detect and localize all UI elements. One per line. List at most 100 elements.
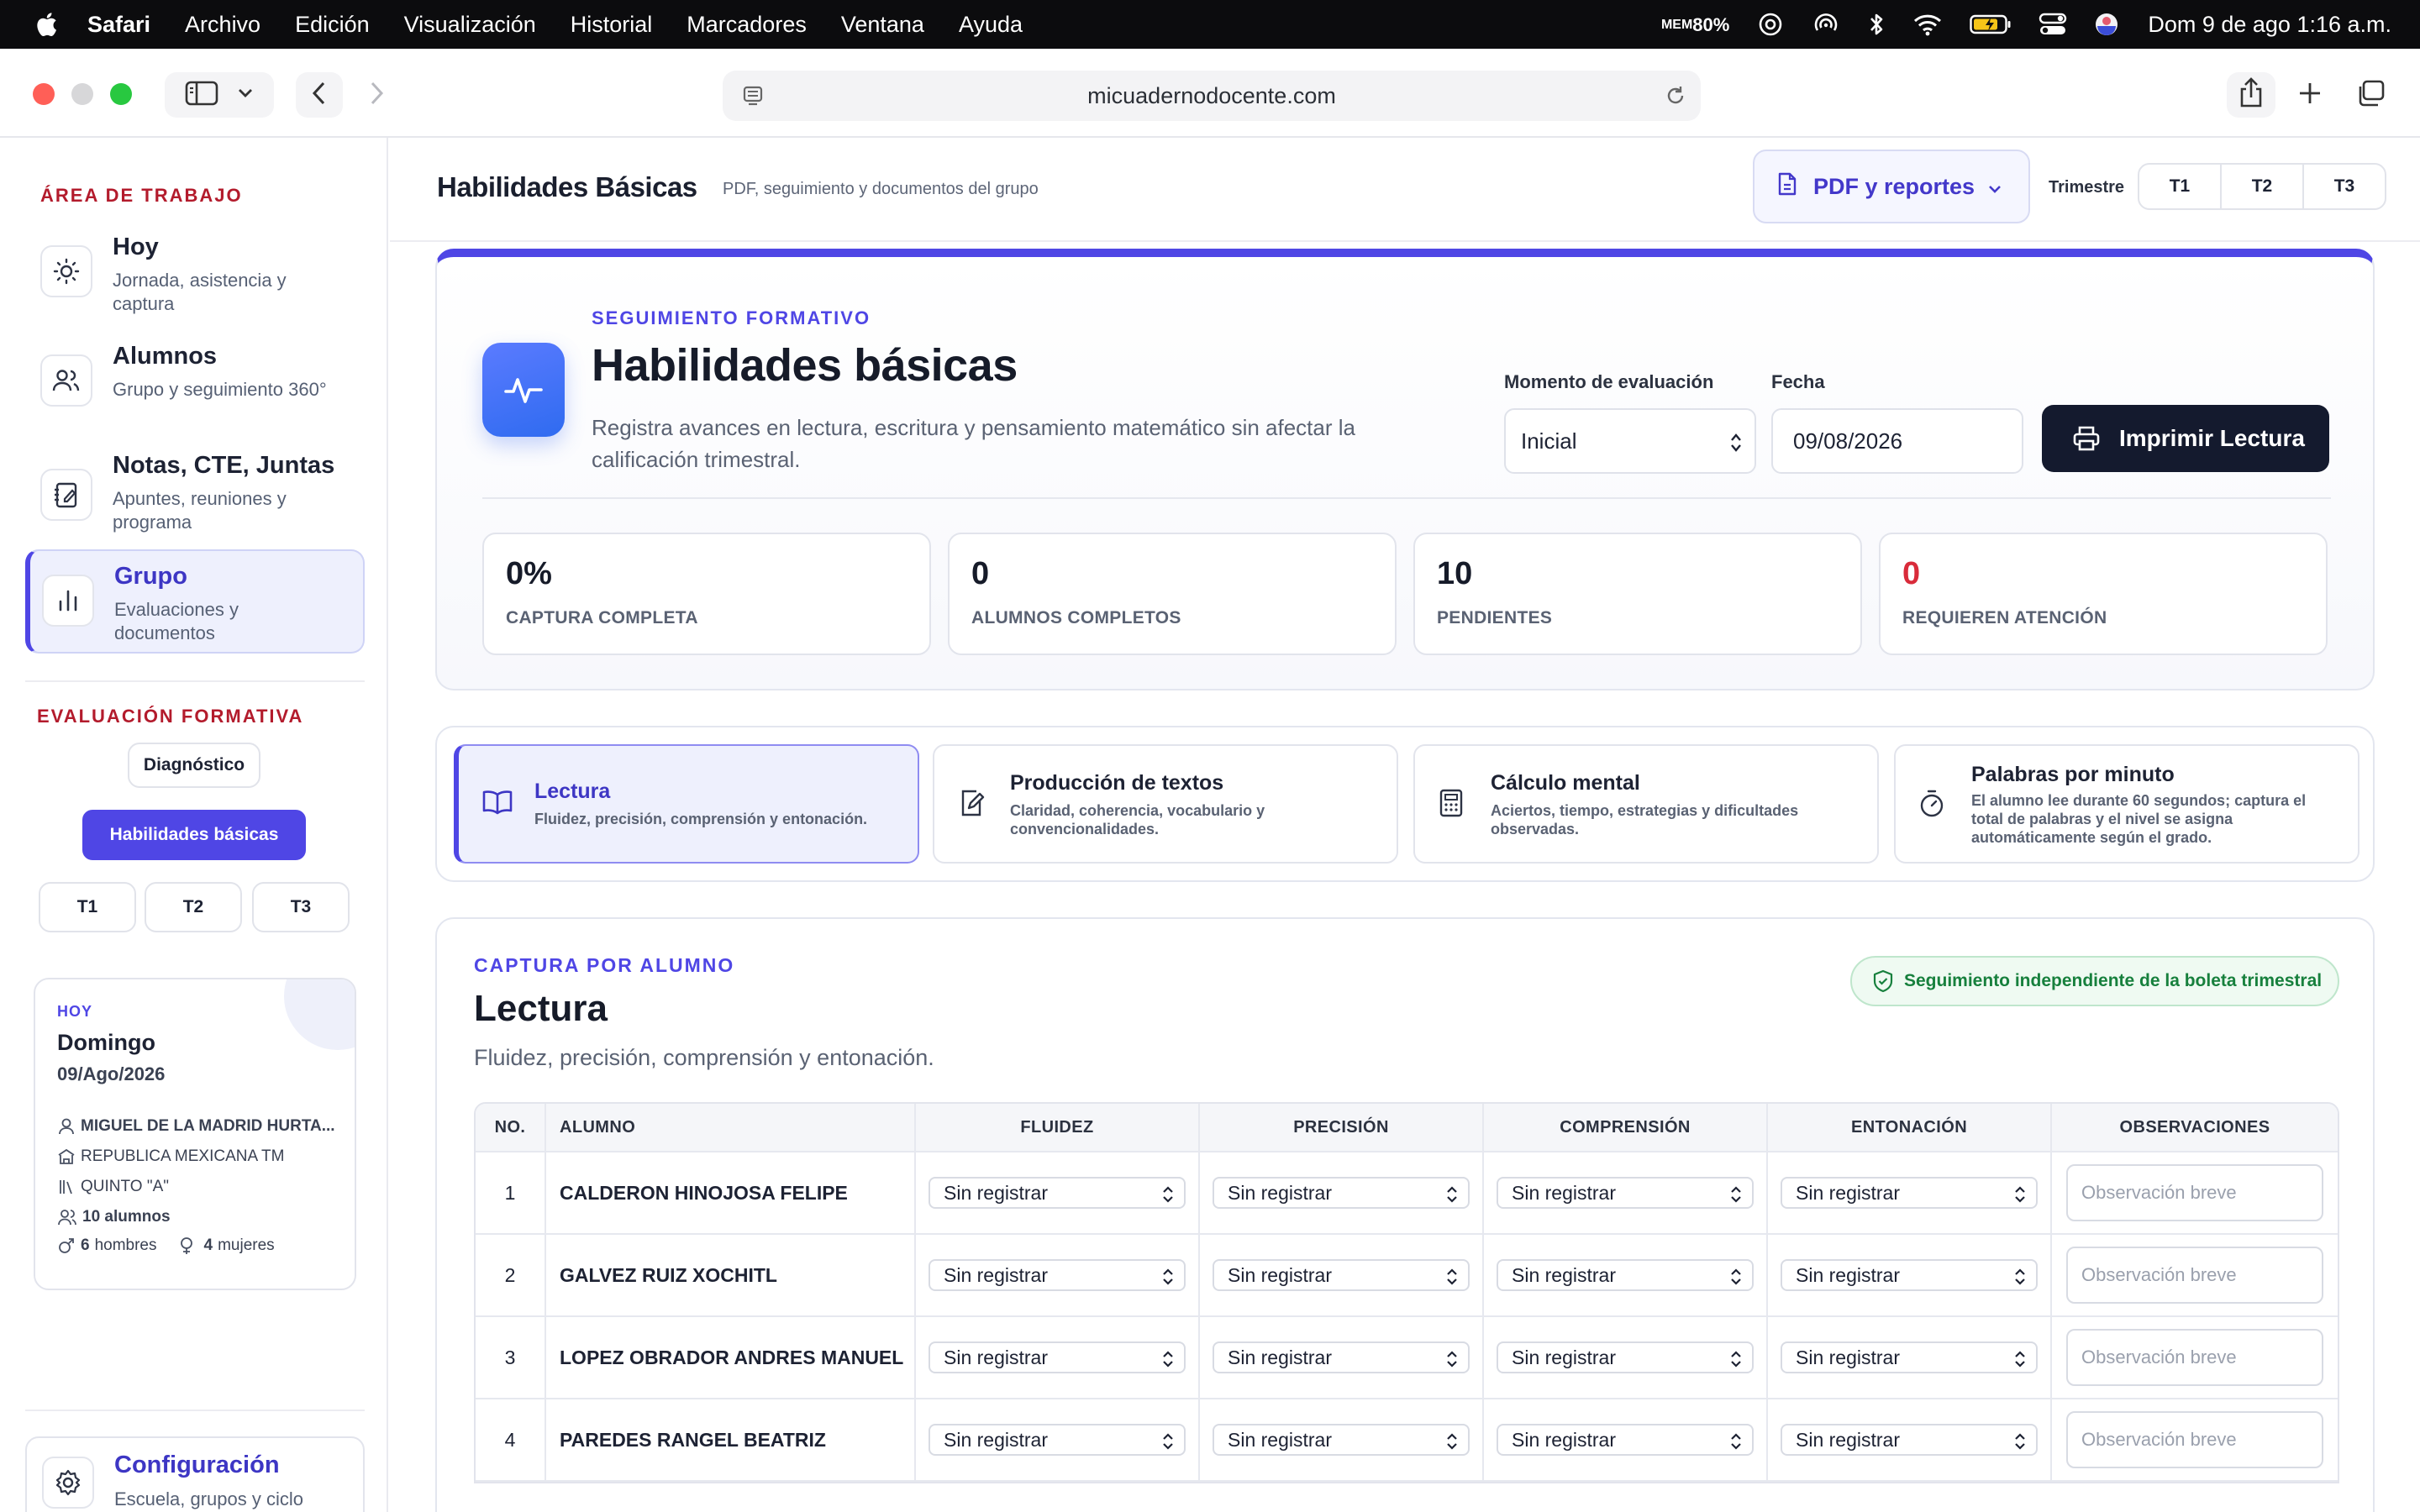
bluetooth-icon[interactable] [1867,11,1886,38]
window-close-button[interactable] [33,83,55,105]
plus-icon [2297,81,2323,110]
basic-skills-button[interactable]: Habilidades básicas [82,810,306,860]
menu-ventana[interactable]: Ventana [841,12,924,38]
tab-calculo-mental[interactable]: Cálculo mental Aciertos, tiempo, estrate… [1413,744,1879,864]
menu-ayuda[interactable]: Ayuda [959,12,1023,38]
fluidez-select[interactable]: Sin registrar [929,1259,1186,1291]
menubar-clock[interactable]: Dom 9 de ago 1:16 a.m. [2148,12,2391,38]
fluidez-select[interactable]: Sin registrar [929,1177,1186,1209]
window-minimize-button[interactable] [71,83,93,105]
airdrop-icon[interactable] [1812,10,1840,39]
menu-visualizacion[interactable]: Visualización [404,12,536,38]
sidebar-item-grupo[interactable]: Grupo Evaluaciones y documentos [25,549,365,654]
capture-card: CAPTURA POR ALUMNO Lectura Fluidez, prec… [435,917,2375,1512]
control-center-icon[interactable] [2039,12,2067,37]
menu-marcadores[interactable]: Marcadores [687,12,807,38]
comprension-select[interactable]: Sin registrar [1497,1341,1754,1373]
openai-icon[interactable] [1756,10,1785,39]
precision-select[interactable]: Sin registrar [1213,1424,1470,1456]
section-work-title: ÁREA DE TRABAJO [40,185,243,206]
sidebar-icon [185,80,218,111]
precision-select[interactable]: Sin registrar [1213,1341,1470,1373]
teacher-row: MIGUEL DE LA MADRID HURTA... [57,1117,335,1136]
header-trimester-t1[interactable]: T1 [2139,165,2222,208]
diagnostic-button[interactable]: Diagnóstico [128,743,260,788]
menu-edicion[interactable]: Edición [295,12,370,38]
observation-input[interactable]: Observación breve [2066,1411,2323,1468]
sidebar-item-hoy[interactable]: Hoy Jornada, asistencia y captura [25,222,365,321]
select-value: Sin registrar [1512,1263,1616,1286]
kpi-value: 10 [1437,556,1473,591]
tab-overview-button[interactable] [2346,72,2395,118]
observation-input[interactable]: Observación breve [2066,1329,2323,1386]
calculator-icon [1437,788,1465,822]
sidebar-item-notas[interactable]: Notas, CTE, Juntas Apuntes, reuniones y … [25,440,365,539]
sidebar-trimester-t1[interactable]: T1 [39,882,136,932]
sidebar-toggle-button[interactable] [165,72,274,118]
pdf-reports-button[interactable]: PDF y reportes [1753,150,2030,223]
hero-title: Habilidades básicas [592,340,1018,391]
print-reading-button[interactable]: Imprimir Lectura [2042,405,2329,472]
back-button[interactable] [296,72,343,118]
fluidez-select[interactable]: Sin registrar [929,1424,1186,1456]
users-icon [58,1210,76,1226]
user-icon [59,1118,74,1135]
entonacion-select[interactable]: Sin registrar [1781,1259,2038,1291]
comprension-select[interactable]: Sin registrar [1497,1424,1754,1456]
reload-icon[interactable] [1664,84,1687,113]
tab-palabras-por-minuto[interactable]: Palabras por minuto El alumno lee durant… [1894,744,2360,864]
sidebar-item-title: Notas, CTE, Juntas [113,452,335,479]
shield-check-icon [1873,969,1893,993]
address-bar[interactable]: micuadernodocente.com [723,71,1701,121]
comprension-select[interactable]: Sin registrar [1497,1177,1754,1209]
sidebar-trimester-t3[interactable]: T3 [252,882,350,932]
tab-subtitle: El alumno lee durante 60 segundos; captu… [1971,792,2307,846]
user-avatar-icon[interactable] [2094,12,2119,37]
precision-select[interactable]: Sin registrar [1213,1259,1470,1291]
page-settings-icon[interactable] [741,84,765,113]
fluidez-select[interactable]: Sin registrar [929,1341,1186,1373]
memory-indicator[interactable]: MEM 80% [1661,15,1729,34]
new-tab-button[interactable] [2286,72,2334,118]
bar-chart-icon [42,575,94,627]
sidebar-divider [25,680,365,682]
student-name: LOPEZ OBRADOR ANDRES MANUEL [546,1317,916,1398]
sidebar-item-configuracion[interactable]: Configuración Escuela, grupos y ciclo [25,1436,365,1512]
header-trimester-t2[interactable]: T2 [2222,165,2304,208]
apple-icon[interactable] [35,10,60,39]
forward-button[interactable] [353,72,400,118]
entonacion-select[interactable]: Sin registrar [1781,1341,2038,1373]
chevron-updown-icon [1729,432,1743,459]
macos-menubar: Safari Archivo Edición Visualización His… [0,0,2420,49]
tab-lectura[interactable]: Lectura Fluidez, precisión, comprensión … [454,744,919,864]
url-text: micuadernodocente.com [1087,82,1336,108]
cell-precision: Sin registrar [1200,1235,1484,1315]
share-button[interactable] [2227,72,2275,118]
wifi-icon[interactable] [1912,13,1943,36]
print-reading-label: Imprimir Lectura [2119,425,2305,451]
tab-subtitle: Fluidez, precisión, comprensión y entona… [534,811,868,827]
menu-app-name[interactable]: Safari [87,12,150,38]
entonacion-select[interactable]: Sin registrar [1781,1424,2038,1456]
tab-produccion-textos[interactable]: Producción de textos Claridad, coherenci… [933,744,1398,864]
precision-select[interactable]: Sin registrar [1213,1177,1470,1209]
window-zoom-button[interactable] [110,83,132,105]
moment-select[interactable]: Inicial [1504,408,1756,474]
menu-historial[interactable]: Historial [571,12,653,38]
notebook-icon [40,469,92,521]
students-row: 10 alumnos [57,1208,171,1226]
observation-input[interactable]: Observación breve [2066,1164,2323,1221]
date-input[interactable]: 09/08/2026 [1771,408,2023,474]
battery-icon[interactable] [1970,14,2012,34]
kpi-caption: ALUMNOS COMPLETOS [971,608,1181,627]
observation-input[interactable]: Observación breve [2066,1247,2323,1304]
sun-icon [40,245,92,297]
book-open-icon [481,788,514,821]
menu-archivo[interactable]: Archivo [185,12,260,38]
header-trimester-t3[interactable]: T3 [2304,165,2385,208]
comprension-select[interactable]: Sin registrar [1497,1259,1754,1291]
entonacion-select[interactable]: Sin registrar [1781,1177,2038,1209]
kpi-caption: CAPTURA COMPLETA [506,608,698,627]
sidebar-item-alumnos[interactable]: Alumnos Grupo y seguimiento 360° [25,331,365,430]
sidebar-trimester-t2[interactable]: T2 [145,882,242,932]
